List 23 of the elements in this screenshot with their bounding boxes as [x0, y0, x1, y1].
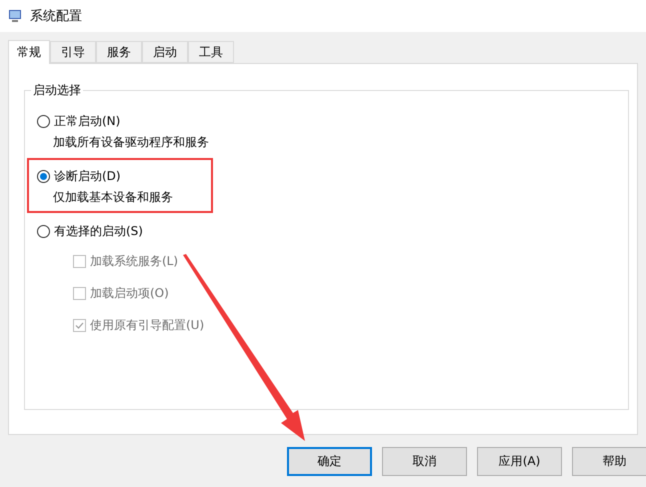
monitor-icon [8, 9, 22, 23]
tab[interactable]: 服务 [96, 41, 142, 63]
dialog-button[interactable]: 帮助 [572, 447, 646, 476]
dialog-button[interactable]: 取消 [382, 447, 467, 476]
checkbox-label: 使用原有引导配置(U) [90, 316, 204, 334]
radio-button[interactable] [37, 224, 50, 238]
option-description: 加载所有设备驱动程序和服务 [53, 134, 210, 151]
option-label: 正常启动(N) [54, 112, 120, 130]
dialog-button[interactable]: 确定 [287, 447, 372, 476]
tab[interactable]: 启动 [142, 41, 188, 63]
radio-button[interactable] [37, 114, 50, 128]
option-description: 仅加载基本设备和服务 [53, 189, 174, 206]
checkbox-label: 加载启动项(O) [90, 284, 169, 302]
window-title: 系统配置 [30, 8, 82, 25]
dialog-button[interactable]: 应用(A) [477, 447, 562, 476]
radio-button[interactable] [37, 170, 50, 182]
group-title: 启动选择 [31, 82, 83, 99]
option-label: 有选择的启动(S) [54, 222, 143, 240]
tab[interactable]: 常规 [8, 40, 50, 64]
option-label: 诊断启动(D) [54, 168, 121, 184]
tab[interactable]: 工具 [188, 41, 234, 63]
checkbox-label: 加载系统服务(L) [90, 252, 178, 270]
tab[interactable]: 引导 [50, 41, 96, 63]
